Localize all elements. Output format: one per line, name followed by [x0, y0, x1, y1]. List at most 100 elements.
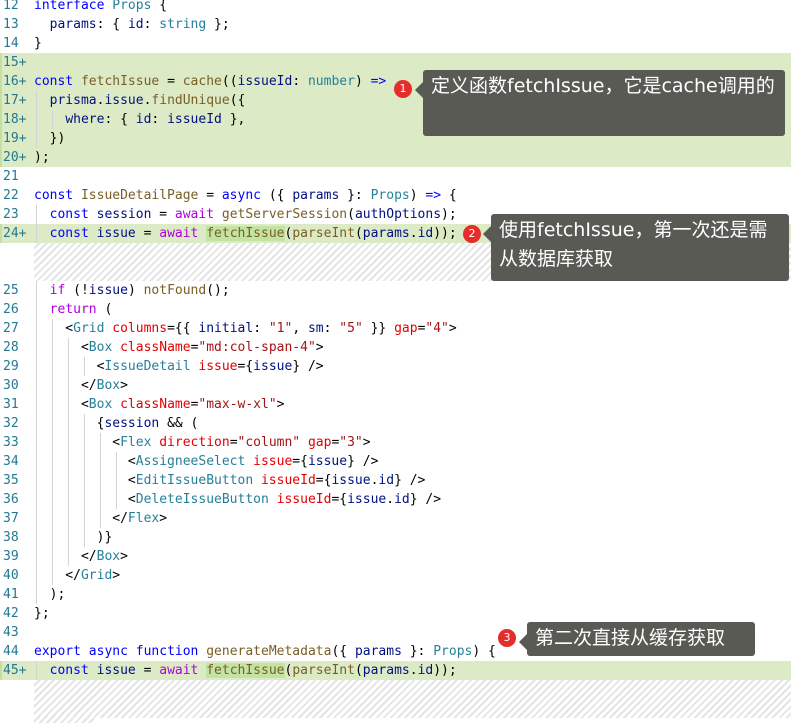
code-token: parseInt — [292, 226, 355, 241]
code-line[interactable]: 37 </Flex> — [0, 509, 791, 528]
code-line[interactable]: 31 <Box className="max-w-xl"> — [0, 395, 791, 414]
code-line[interactable]: 29 <IssueDetail issue={issue} /> — [0, 357, 791, 376]
code-token: = — [229, 435, 238, 450]
line-number: 25 — [3, 283, 19, 298]
code-token: params — [49, 17, 97, 32]
indent-guide — [52, 376, 53, 395]
code-line[interactable]: 13 params: { id: string }; — [0, 15, 791, 34]
code-token: { — [34, 416, 105, 431]
line-code: {session && ( — [34, 414, 791, 433]
code-token: issue — [253, 454, 293, 469]
indent-guide — [36, 205, 37, 224]
code-line[interactable]: 34 <AssigneeSelect issue={issue} /> — [0, 452, 791, 471]
indent-guide — [52, 414, 53, 433]
code-token: issue — [96, 663, 136, 678]
code-token: = — [135, 226, 160, 241]
code-line[interactable]: 40 </Grid> — [0, 566, 791, 585]
line-number: 40 — [3, 568, 19, 583]
code-token: Box — [88, 397, 113, 412]
line-number: 36 — [3, 492, 19, 507]
code-line[interactable]: 26 return ( — [0, 300, 791, 319]
code-line[interactable]: 38 )} — [0, 528, 791, 547]
line-number: 33 — [3, 435, 19, 450]
line-code: } — [34, 34, 791, 53]
code-token: className — [120, 397, 191, 412]
code-line[interactable]: 36 <DeleteIssueButton issueId={issue.id}… — [0, 490, 791, 509]
code-line[interactable]: 12 interface Props { — [0, 0, 791, 15]
indent-guide — [68, 433, 69, 452]
indent-guide — [52, 110, 53, 129]
line-number: 23 — [3, 207, 19, 222]
line-number: 37 — [3, 511, 19, 526]
code-token: params — [362, 226, 410, 241]
code-token: ={ — [331, 492, 348, 507]
code-token: )} — [34, 530, 113, 545]
code-token: export — [34, 644, 81, 659]
indent-guide — [36, 414, 37, 433]
indent-guide — [68, 528, 69, 547]
code-line[interactable]: 41 ); — [0, 585, 791, 604]
code-token: > — [276, 397, 285, 412]
line-number: 21 — [3, 169, 19, 184]
code-token: . — [386, 492, 395, 507]
code-line[interactable]: 14} — [0, 34, 791, 53]
line-number: 13 — [3, 17, 19, 32]
code-line[interactable]: 42}; — [0, 604, 791, 623]
code-line[interactable]: 25 if (!issue) notFound(); — [0, 281, 791, 300]
line-number: 30 — [3, 378, 19, 393]
line-code: <Box className="md:col-span-4"> — [34, 338, 791, 357]
code-token: > — [159, 511, 168, 526]
code-token: ) — [409, 188, 426, 203]
indent-guide — [68, 376, 69, 395]
code-token: )) — [433, 226, 449, 241]
line-code: }; — [34, 604, 791, 623]
code-line[interactable]: 20+); — [0, 148, 791, 167]
code-token: ) — [127, 283, 144, 298]
code-token: Props — [370, 188, 410, 203]
indent-guide — [84, 452, 85, 471]
code-line[interactable]: 45+ const issue = await fetchIssue (parse… — [0, 661, 791, 680]
indent-guide — [68, 452, 69, 471]
indent-guide — [52, 490, 53, 509]
code-token: ({ — [331, 644, 355, 659]
indent-guide — [68, 395, 69, 414]
code-token: issue — [198, 359, 238, 374]
code-line[interactable]: 21 — [0, 167, 791, 186]
code-line[interactable]: 30 </Box> — [0, 376, 791, 395]
code-token: > — [120, 549, 128, 564]
code-token: < — [34, 340, 89, 355]
code-token: < — [34, 321, 74, 336]
indent-guide — [100, 509, 101, 528]
indent-guide — [36, 585, 37, 604]
code-line[interactable]: 28 <Box className="md:col-span-4"> — [0, 338, 791, 357]
code-line[interactable]: 27 <Grid columns={{ initial: "1", sm: "5… — [0, 319, 791, 338]
code-token: return — [49, 302, 97, 317]
code-token: number — [307, 74, 355, 89]
code-line[interactable]: 39 </Box> — [0, 547, 791, 566]
code-token: > — [112, 568, 121, 583]
line-number: 20+ — [3, 150, 27, 165]
code-line[interactable]: 22 const IssueDetailPage = async ({ param… — [0, 186, 791, 205]
line-number: 15+ — [3, 55, 27, 70]
code-token: ( — [354, 663, 363, 678]
code-token: findUnique — [151, 93, 230, 108]
code-token: } /> — [409, 492, 442, 507]
line-number: 39 — [3, 549, 19, 564]
code-token: getServerSession — [221, 207, 348, 222]
code-line[interactable]: 32 {session && ( — [0, 414, 791, 433]
line-code: </Box> — [34, 547, 791, 566]
code-token: Box — [88, 340, 113, 355]
code-token: Props — [433, 644, 473, 659]
code-token: { — [441, 188, 457, 203]
code-token: }; — [206, 17, 230, 32]
indent-guide — [36, 281, 37, 300]
code-token: DeleteIssueButton — [135, 492, 269, 507]
code-line[interactable]: 35 <EditIssueButton issueId={issue.id} /… — [0, 471, 791, 490]
code-line[interactable]: 33 <Flex direction="column" gap="3"> — [0, 433, 791, 452]
